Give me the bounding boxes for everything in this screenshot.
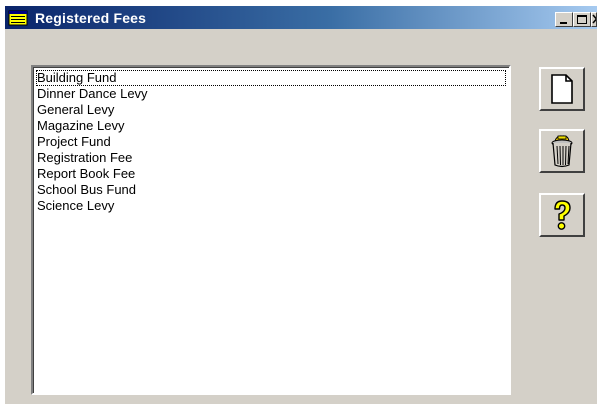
list-item[interactable]: Registration Fee: [36, 150, 506, 166]
list-item[interactable]: Science Levy: [36, 198, 506, 214]
maximize-icon: [577, 15, 587, 24]
list-item[interactable]: Building Fund: [36, 70, 506, 86]
title-bar[interactable]: Registered Fees: [5, 6, 597, 29]
fees-listbox[interactable]: Building Fund Dinner Dance Levy General …: [31, 65, 511, 395]
list-item[interactable]: Magazine Levy: [36, 118, 506, 134]
new-document-icon: [551, 74, 573, 104]
help-question-icon: [554, 200, 571, 230]
minimize-button[interactable]: [555, 12, 573, 27]
registered-fees-window: Registered Fees Building Fund Dinner Dan…: [5, 6, 597, 404]
delete-fee-button[interactable]: [539, 129, 585, 173]
fees-list: Building Fund Dinner Dance Levy General …: [33, 67, 509, 393]
maximize-button[interactable]: [573, 12, 591, 27]
list-item[interactable]: Project Fund: [36, 134, 506, 150]
help-button[interactable]: [539, 193, 585, 237]
recycle-bin-icon: [551, 135, 573, 168]
close-icon: [592, 14, 596, 24]
notepad-icon: [8, 10, 28, 26]
list-item[interactable]: School Bus Fund: [36, 182, 506, 198]
list-item[interactable]: Dinner Dance Levy: [36, 86, 506, 102]
window-title: Registered Fees: [35, 10, 147, 26]
list-item[interactable]: Report Book Fee: [36, 166, 506, 182]
minimize-icon: [560, 22, 567, 24]
new-fee-button[interactable]: [539, 67, 585, 111]
list-item[interactable]: General Levy: [36, 102, 506, 118]
close-button[interactable]: [591, 12, 597, 27]
